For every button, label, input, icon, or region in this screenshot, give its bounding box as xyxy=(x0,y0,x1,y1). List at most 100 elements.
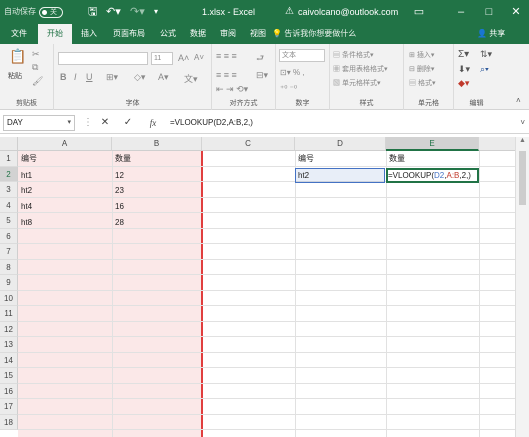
cell-d1[interactable]: 编号 xyxy=(295,151,314,167)
save-icon[interactable]: 🖫 xyxy=(88,0,97,24)
enter-formula-button[interactable]: ✓ xyxy=(120,115,136,131)
cell-styles-button[interactable]: ▧ 单元格样式▾ xyxy=(333,78,380,88)
number-format-dropdown[interactable]: 文本 xyxy=(279,49,325,62)
row-header[interactable]: 4 xyxy=(0,197,18,213)
row-header[interactable]: 17 xyxy=(0,399,18,415)
minimize-icon[interactable]: – xyxy=(450,0,472,24)
insert-function-button[interactable]: fx xyxy=(145,115,161,131)
expand-formula-icon[interactable]: ˅ xyxy=(520,115,525,131)
ribbon-display-icon[interactable]: ▭ xyxy=(408,0,430,24)
row-header[interactable]: 6 xyxy=(0,228,18,244)
cancel-formula-button[interactable]: ✕ xyxy=(97,115,113,131)
cell-e1[interactable]: 数量 xyxy=(386,151,405,167)
cut-icon[interactable]: ✂ xyxy=(32,49,40,60)
tab-review[interactable]: 审阅 xyxy=(216,24,240,44)
cell-a1[interactable]: 编号 xyxy=(18,151,37,167)
row-header[interactable]: 3 xyxy=(0,182,18,198)
decimal-icon[interactable]: ⁺⁰ ⁻⁰ xyxy=(280,84,297,93)
autosave-toggle[interactable]: 关 xyxy=(39,6,63,18)
tab-page-layout[interactable]: 页面布局 xyxy=(108,24,150,44)
cell-d2[interactable]: ht2 xyxy=(295,168,309,184)
insert-cells-button[interactable]: ⊞ 插入▾ xyxy=(409,50,434,60)
cell-b4[interactable]: 16 xyxy=(112,199,124,215)
autosave[interactable]: 自动保存 关 xyxy=(4,0,63,24)
undo-icon[interactable]: ↶▾ xyxy=(106,0,121,24)
fill-icon[interactable]: ⬇▾ xyxy=(458,64,470,75)
font-size-dropdown[interactable]: 11 xyxy=(151,52,173,65)
column-header-d[interactable]: D xyxy=(295,137,386,151)
indent-icon[interactable]: ⇤ ⇥ ⟲▾ xyxy=(216,84,248,95)
tab-home[interactable]: 开始 xyxy=(38,24,72,44)
italic-icon[interactable]: I xyxy=(74,72,77,82)
row-header[interactable]: 5 xyxy=(0,213,18,229)
border-icon[interactable]: ⊞▾ xyxy=(106,72,118,83)
tell-me-search[interactable]: 💡 告诉我你想要做什么 xyxy=(272,24,356,44)
column-header-a[interactable]: A xyxy=(18,137,112,151)
find-select-icon[interactable]: ⌕▾ xyxy=(480,64,489,75)
column-header-b[interactable]: B xyxy=(112,137,202,151)
vertical-scrollbar[interactable]: ▲ xyxy=(515,137,529,437)
column-header-c[interactable]: C xyxy=(202,137,295,151)
scroll-up-icon[interactable]: ▲ xyxy=(516,137,529,149)
tab-data[interactable]: 数据 xyxy=(186,24,210,44)
bold-icon[interactable]: B xyxy=(60,72,67,82)
currency-icon[interactable]: ⊡▾ % , xyxy=(280,68,305,77)
row-header[interactable]: 16 xyxy=(0,383,18,399)
collapse-ribbon-icon[interactable]: ˄ xyxy=(516,96,521,105)
column-header-e[interactable]: E xyxy=(386,137,479,151)
row-header[interactable]: 13 xyxy=(0,337,18,353)
row-header[interactable]: 15 xyxy=(0,368,18,384)
select-all-button[interactable] xyxy=(0,137,18,151)
paste-label[interactable]: 粘贴 xyxy=(8,71,22,81)
format-table-button[interactable]: ▦ 套用表格格式▾ xyxy=(333,64,387,74)
format-painter-icon[interactable]: 🖌 xyxy=(32,76,43,87)
row-header[interactable]: 2 xyxy=(0,166,18,182)
customize-qat-icon[interactable]: ▾ xyxy=(154,0,158,24)
align-top-icon[interactable]: ≡ ≡ ≡ xyxy=(216,51,237,61)
delete-cells-button[interactable]: ⊟ 删除▾ xyxy=(409,64,434,74)
underline-icon[interactable]: U xyxy=(86,72,93,82)
fill-color-icon[interactable]: ◇▾ xyxy=(134,72,145,83)
row-header[interactable]: 14 xyxy=(0,352,18,368)
cell-b3[interactable]: 23 xyxy=(112,183,124,199)
tab-formulas[interactable]: 公式 xyxy=(156,24,180,44)
copy-icon[interactable]: ⧉ xyxy=(32,62,38,73)
row-header[interactable]: 1 xyxy=(0,151,18,167)
cell-a3[interactable]: ht2 xyxy=(18,183,32,199)
row-header[interactable]: 18 xyxy=(0,414,18,430)
cell-b5[interactable]: 28 xyxy=(112,215,124,231)
wrap-text-icon[interactable]: ⮐ xyxy=(256,51,264,67)
tab-view[interactable]: 视图 xyxy=(246,24,270,44)
row-header[interactable]: 8 xyxy=(0,259,18,275)
cell-a4[interactable]: ht4 xyxy=(18,199,32,215)
column-header-f[interactable] xyxy=(479,137,515,151)
row-header[interactable]: 9 xyxy=(0,275,18,291)
cell-b2[interactable]: 12 xyxy=(112,168,124,184)
cell-e2-editing-formula[interactable]: =VLOOKUP(D2,A:B,2,) xyxy=(388,168,471,184)
autosum-icon[interactable]: Σ▾ xyxy=(458,49,469,60)
merge-center-icon[interactable]: ⊟▾ xyxy=(256,70,268,81)
conditional-format-button[interactable]: ▤ 条件格式▾ xyxy=(333,50,373,60)
format-cells-button[interactable]: ▤ 格式▾ xyxy=(409,78,435,88)
close-icon[interactable]: ✕ xyxy=(505,0,527,24)
phonetic-icon[interactable]: 文▾ xyxy=(184,72,198,85)
share-button[interactable]: 👤 共享 xyxy=(477,24,505,44)
cell-a2[interactable]: ht1 xyxy=(18,168,32,184)
row-header[interactable]: 10 xyxy=(0,290,18,306)
cell-b1[interactable]: 数量 xyxy=(112,151,131,167)
tab-insert[interactable]: 插入 xyxy=(76,24,102,44)
redo-icon[interactable]: ↷▾ xyxy=(130,0,145,24)
paste-icon[interactable]: 📋 xyxy=(9,48,26,65)
shrink-font-icon[interactable]: A˅ xyxy=(194,53,204,62)
font-color-icon[interactable]: A▾ xyxy=(158,72,169,83)
row-header[interactable]: 11 xyxy=(0,306,18,322)
name-box[interactable]: DAY ▾ xyxy=(3,115,75,131)
name-box-dropdown-icon[interactable]: ▾ xyxy=(67,116,71,130)
cell-a5[interactable]: ht8 xyxy=(18,215,32,231)
font-name-dropdown[interactable] xyxy=(58,52,148,65)
tab-file[interactable]: 文件 xyxy=(6,24,32,44)
formula-input[interactable]: =VLOOKUP(D2,A:B,2,) xyxy=(170,115,253,131)
maximize-icon[interactable]: □ xyxy=(478,0,500,24)
row-header[interactable]: 7 xyxy=(0,244,18,260)
clear-icon[interactable]: ◆▾ xyxy=(458,78,469,89)
